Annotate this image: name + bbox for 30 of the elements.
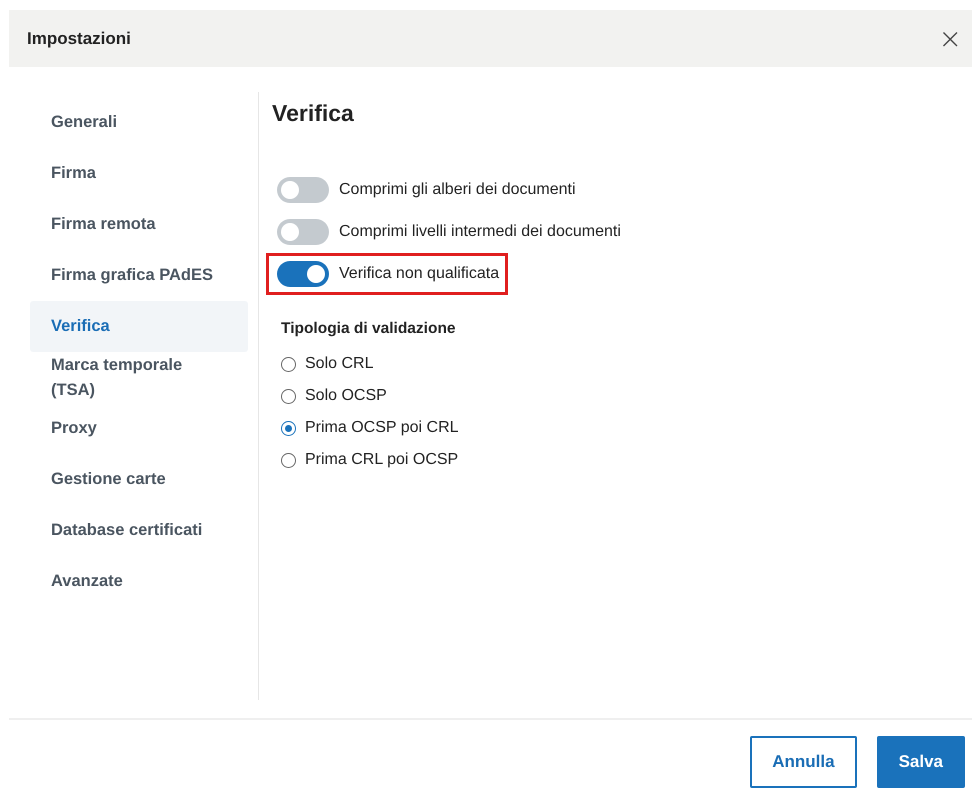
sidebar-item[interactable]: Database certificati: [30, 505, 248, 556]
radio-label: Prima CRL poi OCSP: [305, 451, 458, 469]
sidebar-item[interactable]: Proxy: [30, 403, 248, 454]
toggle-switch[interactable]: [277, 219, 329, 245]
radio-button[interactable]: [281, 452, 296, 468]
toggle-label: Comprimi livelli intermedi dei documenti: [339, 223, 621, 241]
radio-button[interactable]: [281, 388, 296, 404]
radio-button[interactable]: [281, 420, 296, 436]
sidebar-item[interactable]: Verifica: [30, 301, 248, 352]
sidebar-item[interactable]: Gestione carte: [30, 454, 248, 505]
toggle-label: Verifica non qualificata: [339, 265, 500, 283]
sidebar-item[interactable]: Avanzate: [30, 556, 248, 607]
toggle-switch[interactable]: [277, 261, 329, 287]
close-button[interactable]: ×: [932, 24, 968, 52]
sidebar-item[interactable]: Generali: [30, 97, 248, 148]
sidebar-item[interactable]: Firma: [30, 148, 248, 199]
save-button[interactable]: Salva: [876, 736, 965, 788]
toggle-label: Comprimi gli alberi dei documenti: [339, 181, 576, 199]
sidebar-item[interactable]: Firma grafica PAdES: [30, 250, 248, 301]
group-title: Tipologia di validazione: [281, 320, 457, 338]
cancel-button[interactable]: Annulla: [750, 736, 857, 788]
dialog-title: Impostazioni: [27, 28, 131, 48]
radio-label: Prima OCSP poi CRL: [305, 419, 459, 437]
sidebar-item[interactable]: Marca temporale (TSA): [30, 352, 248, 403]
radio-label: Solo OCSP: [305, 387, 387, 405]
section-title: Verifica: [272, 100, 355, 127]
toggle-switch[interactable]: [277, 177, 329, 203]
radio-button[interactable]: [281, 356, 296, 372]
sidebar-item[interactable]: Firma remota: [30, 199, 248, 250]
radio-label: Solo CRL: [305, 355, 374, 373]
